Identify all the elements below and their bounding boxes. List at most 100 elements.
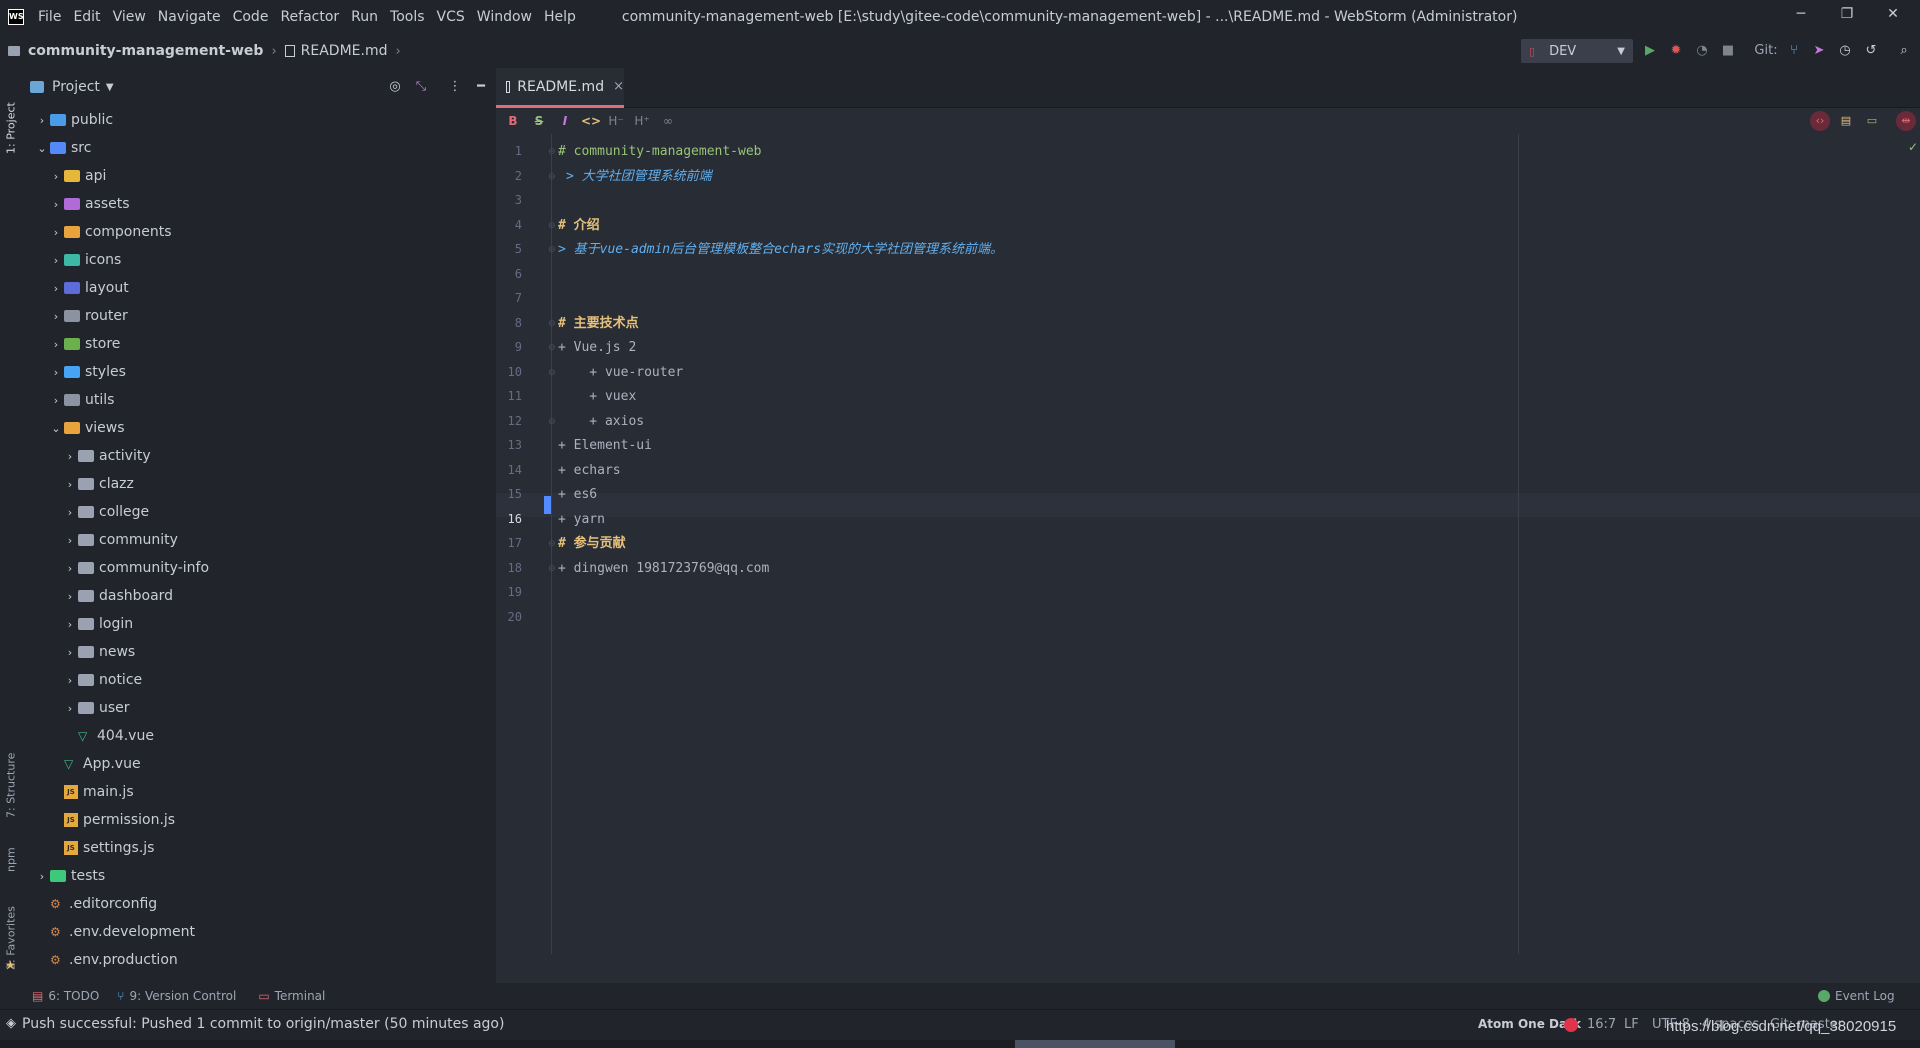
code-line[interactable]: + yarn	[558, 508, 605, 532]
code-line[interactable]: # 参与贡献	[558, 532, 626, 556]
chevron-down-icon[interactable]: ▼	[106, 82, 114, 93]
split-view-icon[interactable]: ▤	[1836, 111, 1856, 131]
tool-tab-project[interactable]: 1: Project	[2, 74, 20, 154]
chevron-right-icon[interactable]: ›	[62, 674, 78, 687]
code-line[interactable]: + echars	[558, 459, 621, 483]
terminal-tool-button[interactable]: ▭ Terminal	[258, 989, 325, 1003]
fold-marker-icon[interactable]: ⊖	[548, 343, 556, 353]
sync-scroll-icon[interactable]: ⇹	[1896, 111, 1916, 131]
close-tab-icon[interactable]: ×	[613, 79, 624, 94]
tree-item[interactable]: ⌄ views	[48, 414, 124, 442]
version-control-tool-button[interactable]: ⑂ 9: Version Control	[117, 989, 236, 1003]
code-line[interactable]: # 主要技术点	[558, 312, 639, 336]
tree-item[interactable]: ▽ 404.vue	[62, 722, 154, 750]
menu-refactor[interactable]: Refactor	[274, 0, 345, 34]
menu-edit[interactable]: Edit	[67, 0, 106, 34]
code-line[interactable]: + axios	[558, 410, 644, 434]
menu-code[interactable]: Code	[227, 0, 275, 34]
chevron-right-icon[interactable]: ›	[62, 534, 78, 547]
tree-item[interactable]: › layout	[48, 274, 129, 302]
code-line[interactable]: + vue-router	[558, 361, 683, 385]
line-separator[interactable]: LF	[1624, 1017, 1639, 1032]
tree-item[interactable]: ⚙ .env.development	[34, 918, 195, 946]
debug-icon[interactable]: ✹	[1667, 42, 1685, 60]
tool-tab-npm[interactable]: npm	[2, 832, 20, 872]
editor-only-view-icon[interactable]: ‹›	[1810, 111, 1830, 131]
chevron-right-icon[interactable]: ›	[48, 254, 64, 267]
tree-item[interactable]: › public	[34, 106, 113, 134]
link-button[interactable]: ∞	[658, 112, 678, 130]
more-options-icon[interactable]: ⋮	[446, 78, 464, 96]
chevron-right-icon[interactable]: ›	[48, 338, 64, 351]
breadcrumb-file[interactable]: README.md	[284, 43, 387, 59]
tree-item[interactable]: › icons	[48, 246, 122, 274]
tree-item[interactable]: › notice	[62, 666, 142, 694]
chevron-right-icon[interactable]: ›	[48, 198, 64, 211]
tree-item[interactable]: › api	[48, 162, 107, 190]
code-line[interactable]: + dingwen 1981723769@qq.com	[558, 557, 769, 581]
menu-tools[interactable]: Tools	[384, 0, 431, 34]
decrease-header-button[interactable]: H⁻	[606, 112, 626, 130]
hide-panel-icon[interactable]: ━	[472, 78, 490, 96]
chevron-right-icon[interactable]: ›	[48, 394, 64, 407]
git-update-icon[interactable]: ⑂	[1785, 42, 1803, 60]
run-icon[interactable]: ▶	[1641, 42, 1659, 60]
chevron-right-icon[interactable]: ›	[62, 618, 78, 631]
search-icon[interactable]: ⌕	[1895, 42, 1913, 60]
menu-navigate[interactable]: Navigate	[152, 0, 227, 34]
chevron-right-icon[interactable]: ›	[48, 226, 64, 239]
chevron-right-icon[interactable]: ›	[62, 590, 78, 603]
tree-item[interactable]: › login	[62, 610, 133, 638]
chevron-down-icon[interactable]: ⌄	[48, 422, 64, 435]
chevron-down-icon[interactable]: ⌄	[34, 142, 50, 155]
caret-position[interactable]: 16:7	[1587, 1017, 1616, 1032]
tree-item[interactable]: › community-info	[62, 554, 209, 582]
chevron-right-icon[interactable]: ›	[62, 562, 78, 575]
code-button[interactable]: <>	[580, 112, 602, 130]
fold-marker-icon[interactable]: ⊖	[548, 368, 556, 378]
status-message[interactable]: Push successful: Pushed 1 commit to orig…	[22, 1016, 504, 1032]
increase-header-button[interactable]: H⁺	[632, 112, 652, 130]
preview-only-view-icon[interactable]: ▭	[1862, 111, 1882, 131]
project-view-select[interactable]: Project	[52, 79, 100, 95]
minimize-button[interactable]: ─	[1778, 0, 1824, 30]
tree-item[interactable]: › news	[62, 638, 135, 666]
fold-marker-icon[interactable]: ⊖	[548, 245, 556, 255]
code-line[interactable]: + Element-ui	[558, 434, 652, 458]
fold-marker-icon[interactable]: ⊖	[548, 172, 556, 182]
fold-marker-icon[interactable]: ⊖	[548, 564, 556, 574]
chevron-right-icon[interactable]: ›	[62, 506, 78, 519]
code-line[interactable]: > 大学社团管理系统前端	[566, 165, 712, 189]
tree-item[interactable]: › clazz	[62, 470, 134, 498]
italic-button[interactable]: I	[556, 112, 574, 130]
tree-item[interactable]: ⚙ .env.production	[34, 946, 178, 974]
event-log-button[interactable]: Event Log	[1818, 989, 1895, 1003]
close-window-button[interactable]: ✕	[1870, 0, 1916, 30]
tree-item[interactable]: JS permission.js	[48, 806, 175, 834]
menu-vcs[interactable]: VCS	[431, 0, 471, 34]
tree-item[interactable]: › components	[48, 218, 172, 246]
coverage-icon[interactable]: ◔	[1693, 42, 1711, 60]
tree-item[interactable]: › activity	[62, 442, 151, 470]
code-line[interactable]: > 基于vue-admin后台管理模板整合echars实现的大学社团管理系统前端…	[558, 238, 1003, 262]
chevron-right-icon[interactable]: ›	[34, 114, 50, 127]
chevron-right-icon[interactable]: ›	[62, 478, 78, 491]
bottom-scrollbar-thumb[interactable]	[1015, 1040, 1175, 1048]
restore-button[interactable]: ❐	[1824, 0, 1870, 30]
tree-item[interactable]: JS settings.js	[48, 834, 154, 862]
tree-item[interactable]: › styles	[48, 358, 126, 386]
fold-marker-icon[interactable]: ⊖	[548, 147, 556, 157]
tree-item[interactable]: › utils	[48, 386, 115, 414]
locate-target-icon[interactable]: ◎	[386, 78, 404, 96]
chevron-right-icon[interactable]: ›	[48, 366, 64, 379]
chevron-right-icon[interactable]: ›	[62, 450, 78, 463]
todo-tool-button[interactable]: ▤ 6: TODO	[32, 989, 99, 1003]
tree-item[interactable]: › router	[48, 302, 128, 330]
tree-item[interactable]: › dashboard	[62, 582, 173, 610]
git-push-icon[interactable]: ➤	[1810, 42, 1828, 60]
strikethrough-button[interactable]: S	[530, 112, 548, 130]
breadcrumb-project[interactable]: community-management-web	[8, 43, 263, 59]
fold-marker-icon[interactable]: ⊖	[548, 221, 556, 231]
menu-view[interactable]: View	[107, 0, 152, 34]
chevron-right-icon[interactable]: ›	[48, 170, 64, 183]
